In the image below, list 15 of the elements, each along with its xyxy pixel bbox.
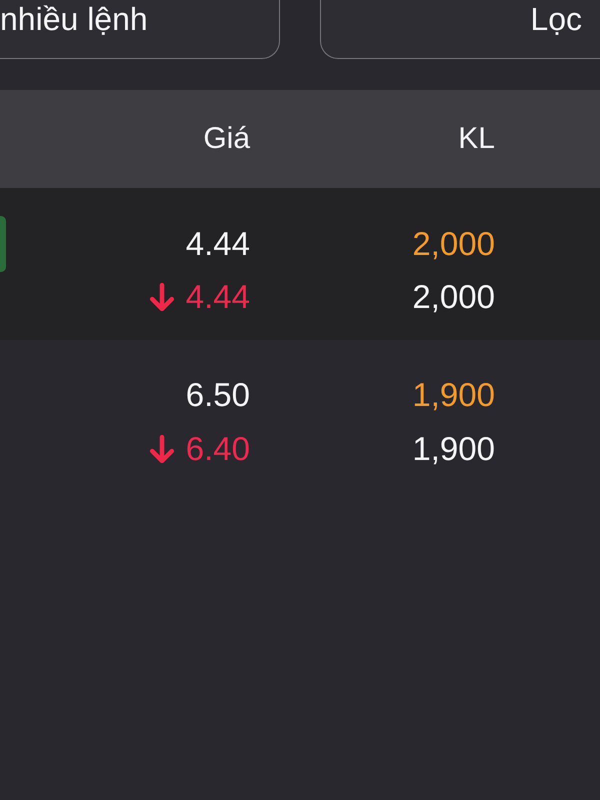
price-value: 6.50 bbox=[186, 376, 250, 414]
toolbar-button[interactable]: nhiều lệnh bbox=[0, 0, 280, 59]
price-value: 4.44 bbox=[186, 225, 250, 263]
column-header[interactable]: KL bbox=[458, 121, 495, 157]
toolbar-button[interactable]: Lọc bbox=[320, 0, 600, 59]
down-arrow-icon bbox=[148, 435, 175, 463]
volume-value: 2,000 bbox=[412, 225, 495, 263]
table-row[interactable]: 4.44 2,000 4.44 2,000 bbox=[0, 188, 600, 340]
volume-value: 1,900 bbox=[412, 430, 495, 468]
column-header[interactable]: Giá bbox=[203, 121, 250, 157]
down-arrow-icon bbox=[148, 283, 175, 311]
volume-value: 1,900 bbox=[412, 376, 495, 414]
price-value: 6.40 bbox=[186, 430, 250, 468]
price-value: 4.44 bbox=[186, 278, 250, 316]
volume-value: 2,000 bbox=[412, 278, 495, 316]
